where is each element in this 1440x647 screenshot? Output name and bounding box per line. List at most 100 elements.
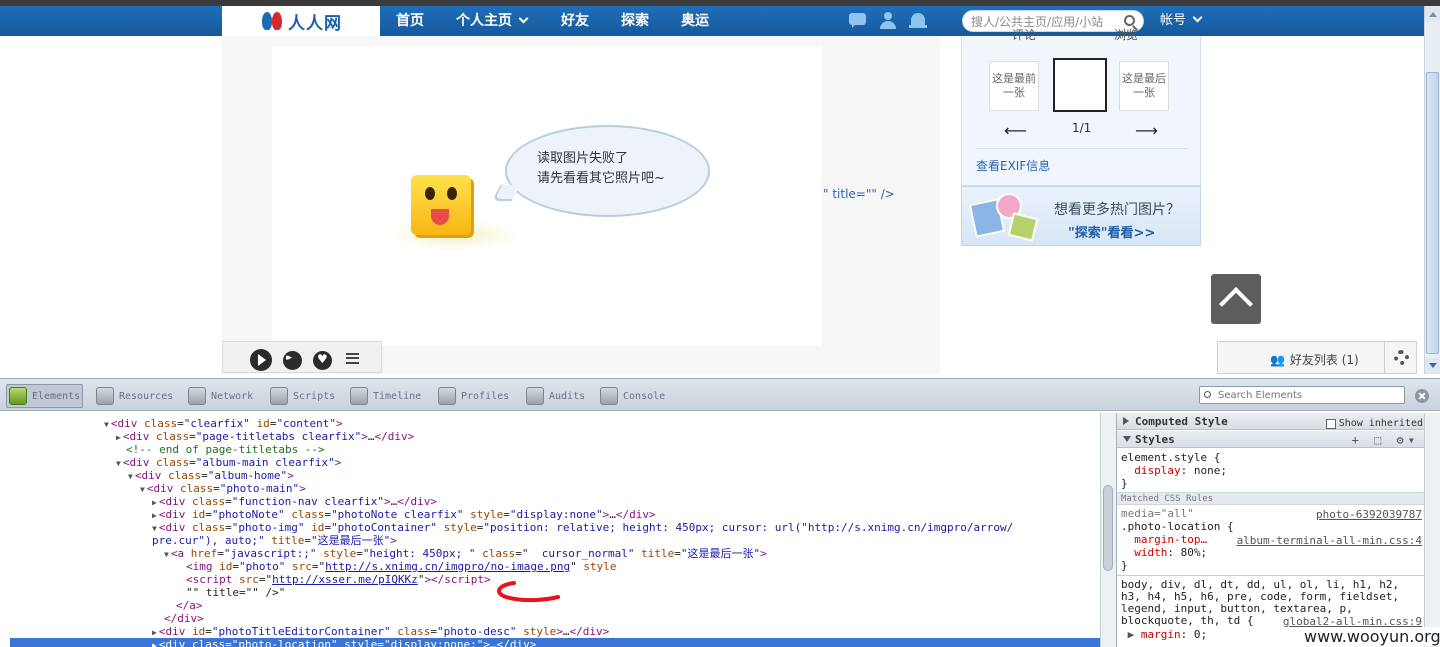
dom-node-line[interactable]: ▼ <div class="album-main clearfix"> bbox=[116, 456, 341, 469]
arrow-right-icon[interactable]: ⟶ bbox=[1135, 121, 1158, 140]
list-icon[interactable] bbox=[346, 353, 359, 364]
divider bbox=[1384, 342, 1385, 373]
scroll-thumb[interactable] bbox=[1103, 485, 1113, 571]
expand-arrow-icon[interactable]: ▶ bbox=[1128, 628, 1135, 641]
search-icon[interactable] bbox=[1124, 15, 1135, 26]
dom-node-line[interactable]: ▼ <div class="clearfix" id="content"> bbox=[104, 417, 343, 430]
dom-node-line[interactable]: ▼ <div class="photo-img" id="photoContain… bbox=[152, 521, 1013, 534]
page-scrollbar[interactable] bbox=[1424, 6, 1440, 374]
collapse-arrow-icon[interactable]: ▼ bbox=[152, 524, 157, 533]
exif-link[interactable]: 查看EXIF信息 bbox=[976, 157, 1050, 174]
nav-olympics[interactable]: 奥运 bbox=[681, 6, 709, 36]
friend-request-icon[interactable] bbox=[878, 12, 898, 30]
dom-node-line[interactable]: ▼ <a href="javascript:;" style="height: 4… bbox=[164, 547, 767, 560]
dom-node-line[interactable]: </div> bbox=[164, 612, 204, 625]
expand-arrow-icon[interactable]: ▶ bbox=[152, 511, 157, 520]
gear-icon[interactable] bbox=[1394, 350, 1409, 365]
computed-style-header[interactable]: Computed Style Show inherited bbox=[1117, 413, 1424, 430]
dom-node-line[interactable]: <img id="photo" src="http://s.xnimg.cn/i… bbox=[186, 560, 617, 573]
dom-node-line[interactable]: ▶ <div id="photoTitleEditorContainer" cla… bbox=[152, 625, 609, 638]
bell-icon[interactable] bbox=[908, 12, 928, 30]
tab-elements[interactable]: Elements bbox=[6, 384, 84, 408]
fast-forward-icon[interactable] bbox=[283, 351, 302, 370]
dom-node-line[interactable]: <!-- end of page-titletabs --> bbox=[126, 443, 325, 456]
dom-node-line[interactable]: ▶ <div class="page-titletabs clearfix">…<… bbox=[116, 430, 414, 443]
dom-node-line[interactable]: <script src="http://xsser.me/pIQKKz"></s… bbox=[186, 573, 491, 586]
back-to-top-button[interactable] bbox=[1211, 274, 1261, 324]
heart-icon[interactable] bbox=[313, 351, 332, 370]
expand-arrow-icon bbox=[1123, 417, 1129, 425]
current-photo-thumb[interactable] bbox=[1053, 58, 1107, 112]
promo-link[interactable]: "探索"看看>> bbox=[1068, 222, 1155, 241]
checkbox[interactable] bbox=[1325, 418, 1336, 429]
tab-console[interactable]: Console bbox=[598, 384, 667, 408]
tab-timeline[interactable]: Timeline bbox=[348, 384, 423, 408]
styles-tools[interactable]: + ⬚ ⚙▾ bbox=[1352, 432, 1419, 449]
tab-label: Audits bbox=[549, 390, 586, 402]
dom-node-markup: </div> bbox=[164, 612, 204, 625]
style-declaration[interactable]: width: 80%; bbox=[1121, 547, 1207, 559]
tab-label: Timeline bbox=[373, 390, 422, 402]
dom-tree[interactable]: ▼ <div class="clearfix" id="content"> ▶ <di… bbox=[0, 413, 1100, 647]
dom-node-line[interactable]: ▼ <div class="album-home"> bbox=[128, 469, 294, 482]
dom-node-line[interactable]: ▶ <div class="function-nav clearfix">…</d… bbox=[152, 495, 437, 508]
style-declaration[interactable]: display: none; bbox=[1121, 465, 1227, 477]
next-photo-thumb[interactable]: 这是最后一张 bbox=[1119, 61, 1169, 111]
style-declaration[interactable]: ▶ margin: 0; bbox=[1121, 628, 1208, 641]
dom-node-line[interactable]: ▼ <div class="photo-main"> bbox=[140, 482, 306, 495]
close-icon[interactable] bbox=[1415, 389, 1429, 403]
nav-friends[interactable]: 好友 bbox=[561, 6, 589, 36]
chat-icon[interactable] bbox=[848, 12, 868, 30]
show-inherited-toggle[interactable]: Show inherited bbox=[1325, 415, 1423, 432]
top-navbar bbox=[0, 6, 1424, 36]
tab-resources[interactable]: Resources bbox=[94, 384, 175, 408]
dom-node-line[interactable]: ▶ <div id="photoNote" class="photoNote cl… bbox=[152, 508, 656, 521]
search-input[interactable] bbox=[971, 13, 1121, 30]
stylesheet-link[interactable]: photo-6392039787 bbox=[1316, 508, 1422, 521]
site-logo[interactable]: 人人网 bbox=[222, 6, 380, 36]
play-icon[interactable] bbox=[250, 349, 272, 371]
dom-node-line[interactable]: "" title="" />" bbox=[186, 586, 285, 599]
tab-scripts[interactable]: Scripts bbox=[268, 384, 337, 408]
explore-promo-banner[interactable]: 想看更多热门图片？ "探索"看看>> bbox=[961, 186, 1201, 246]
search-elements-input[interactable] bbox=[1218, 388, 1398, 402]
tab-network[interactable]: Network bbox=[186, 384, 255, 408]
red-annotation-underline bbox=[497, 581, 560, 603]
nav-explore[interactable]: 探索 bbox=[621, 6, 649, 36]
styles-scrollbar[interactable] bbox=[1424, 413, 1440, 647]
scroll-down-arrow-icon[interactable] bbox=[1425, 358, 1440, 374]
collapse-arrow-icon[interactable]: ▼ bbox=[128, 472, 133, 481]
friend-list-bar[interactable]: 👥 好友列表 (1) bbox=[1217, 341, 1417, 374]
tab-profiles[interactable]: Profiles bbox=[436, 384, 511, 408]
expand-arrow-icon[interactable]: ▶ bbox=[116, 433, 121, 442]
dom-node-markup: <div class="page-titletabs clearfix">…</… bbox=[122, 430, 415, 443]
collapse-arrow-icon[interactable]: ▼ bbox=[104, 420, 109, 429]
tab-comments[interactable]: 评论 bbox=[1012, 26, 1036, 43]
dom-node-line[interactable]: pre.cur"), auto;" title="这是最后一张"> bbox=[152, 534, 397, 547]
dom-tree-scrollbar[interactable] bbox=[1100, 413, 1116, 647]
photo-collage-icon bbox=[966, 191, 1042, 243]
friend-list-label: 👥 好友列表 (1) bbox=[1270, 351, 1359, 368]
style-declaration[interactable]: margin-top… bbox=[1121, 534, 1207, 546]
nav-home[interactable]: 首页 bbox=[396, 6, 424, 36]
dom-node-line[interactable]: ▶ <div class="photo-location" style="disp… bbox=[10, 638, 1100, 647]
tab-views[interactable]: 浏览 bbox=[1114, 26, 1138, 43]
scroll-thumb[interactable] bbox=[1426, 72, 1439, 354]
nav-profile[interactable]: 个人主页 bbox=[456, 6, 529, 36]
dom-node-markup: "" title="" />" bbox=[186, 586, 286, 599]
collapse-arrow-icon[interactable]: ▼ bbox=[140, 485, 145, 494]
styles-header[interactable]: Styles + ⬚ ⚙▾ bbox=[1117, 431, 1424, 448]
prev-photo-thumb[interactable]: 这是最前一张 bbox=[989, 61, 1039, 111]
dom-node-markup: <div class="photo-location" style="displ… bbox=[158, 638, 537, 647]
tab-audits[interactable]: Audits bbox=[524, 384, 587, 408]
expand-arrow-icon[interactable]: ▶ bbox=[152, 498, 157, 507]
close-brace: } bbox=[1121, 477, 1128, 490]
collapse-arrow-icon[interactable]: ▼ bbox=[164, 550, 169, 559]
expand-arrow-icon[interactable]: ▶ bbox=[152, 628, 157, 637]
expand-arrow-icon[interactable]: ▶ bbox=[152, 641, 157, 647]
scroll-up-arrow-icon[interactable] bbox=[1425, 6, 1440, 22]
collapse-arrow-icon[interactable]: ▼ bbox=[116, 459, 121, 468]
dom-node-line[interactable]: </a> bbox=[176, 599, 203, 612]
stylesheet-link[interactable]: album-terminal-all-min.css:4 bbox=[1237, 534, 1422, 547]
arrow-left-icon[interactable]: ⟵ bbox=[1004, 121, 1027, 140]
